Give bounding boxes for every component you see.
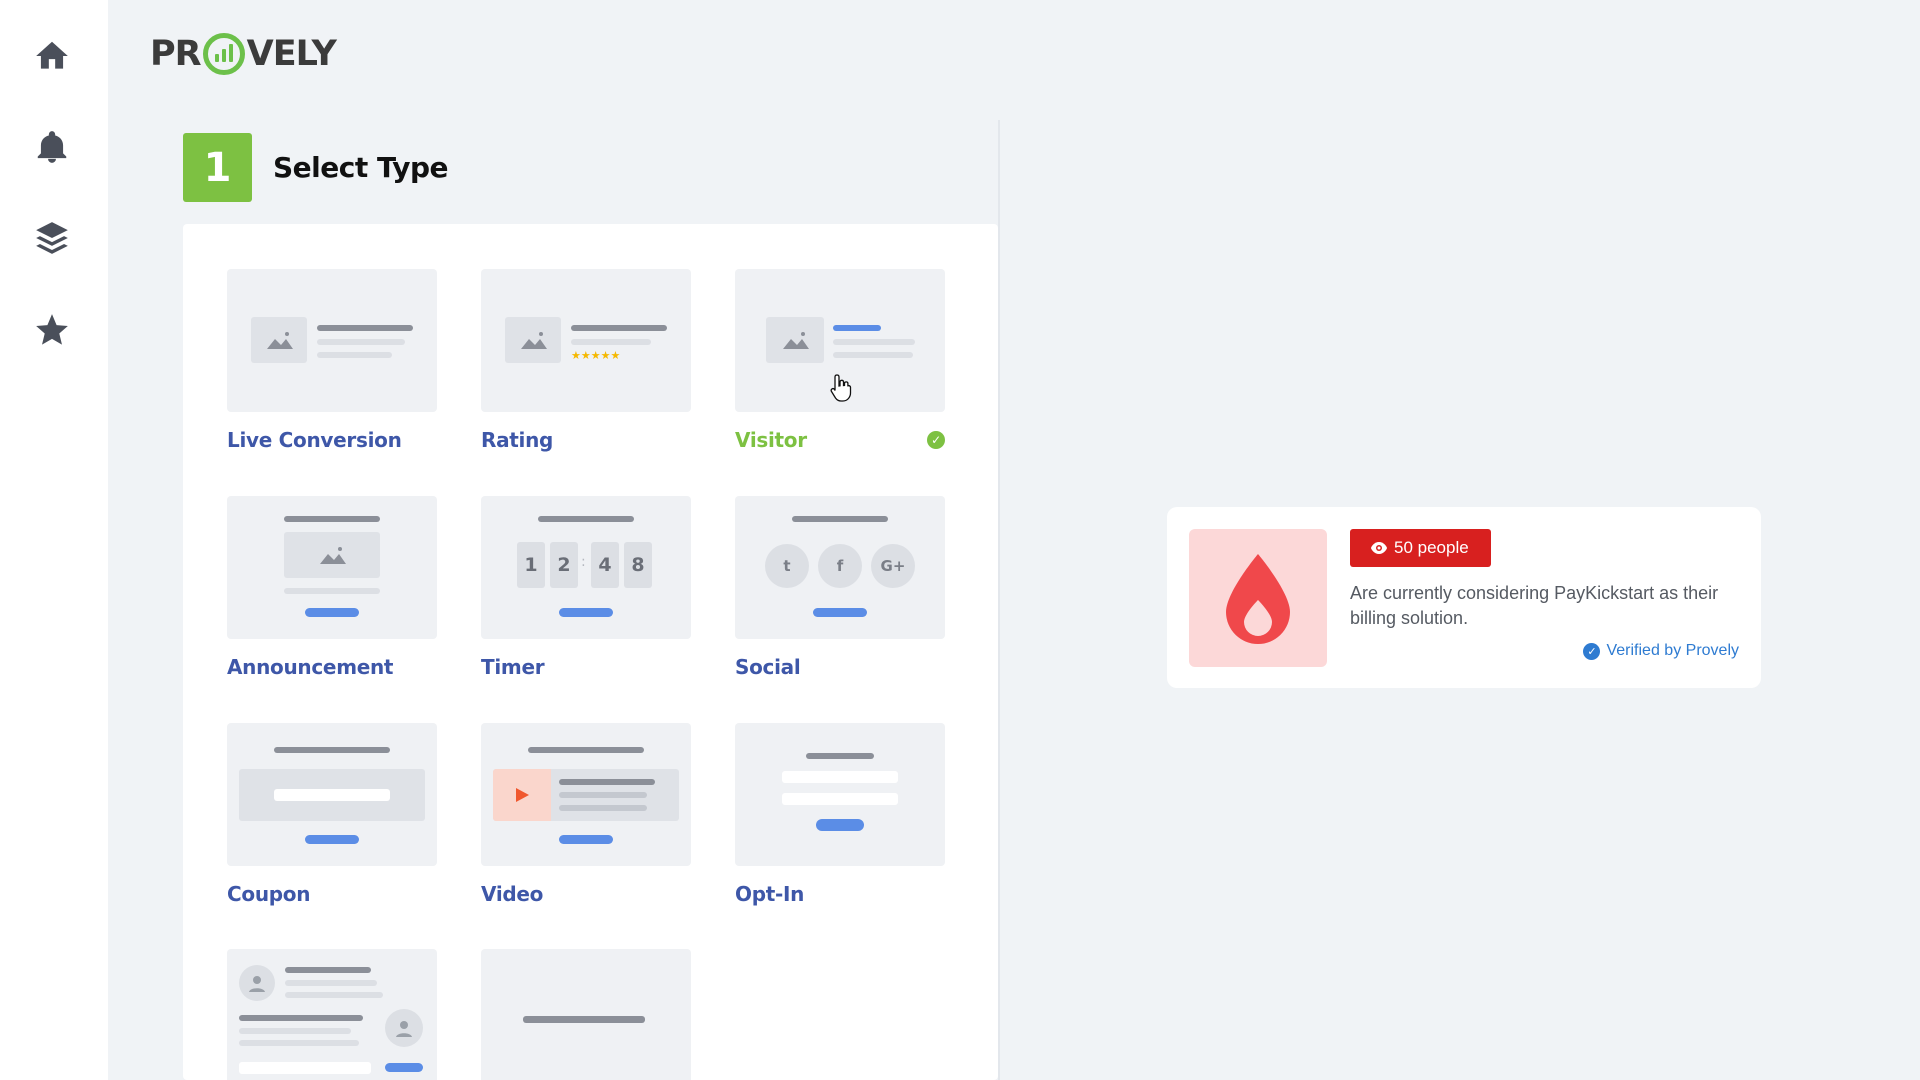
type-card-rating[interactable]: ★★★★★ Rating: [481, 269, 691, 452]
type-label: Social: [735, 655, 801, 679]
type-label: Video: [481, 882, 544, 906]
type-card-coupon[interactable]: Coupon: [227, 723, 437, 906]
hand-cursor-icon: [829, 373, 855, 403]
five-stars-icon: ★★★★★: [571, 350, 621, 362]
play-icon: [493, 769, 551, 821]
notification-message: Are currently considering PayKickstart a…: [1350, 583, 1719, 628]
column-divider: [998, 120, 1000, 1080]
video-thumbnail: [481, 723, 691, 866]
video-box: [493, 769, 679, 821]
live-conversion-thumbnail: [227, 269, 437, 412]
type-card-video[interactable]: Video: [481, 723, 691, 906]
type-label: Announcement: [227, 655, 394, 679]
type-card-announcement[interactable]: Announcement: [227, 496, 437, 679]
twitter-icon: t: [765, 544, 809, 588]
rating-thumbnail: ★★★★★: [481, 269, 691, 412]
type-label-selected: Visitor ✓: [735, 428, 945, 452]
coupon-box: [239, 769, 425, 821]
social-thumbnail: t f G+: [735, 496, 945, 639]
google-plus-icon: G+: [871, 544, 915, 588]
step-title: Select Type: [273, 151, 449, 184]
type-label: Opt-In: [735, 882, 805, 906]
image-placeholder-icon: [251, 317, 307, 363]
provely-logo: PR VELY: [150, 33, 337, 75]
timer-thumbnail: 1 2 : 4 8: [481, 496, 691, 639]
type-label: Rating: [481, 428, 554, 452]
avatar-icon: [239, 965, 275, 1001]
layers-icon[interactable]: [30, 216, 74, 260]
selected-check-icon: ✓: [927, 431, 945, 449]
type-label: Live Conversion: [227, 428, 402, 452]
verified-text: Verified by Provely: [1606, 642, 1739, 659]
image-placeholder-icon: [505, 317, 561, 363]
visitor-count: 50 people: [1394, 538, 1469, 557]
logo-text-left: PR: [150, 34, 202, 74]
type-label: Coupon: [227, 882, 311, 906]
type-card-visitor[interactable]: Visitor ✓: [735, 269, 945, 452]
type-card-social[interactable]: t f G+ Social: [735, 496, 945, 679]
logo-chart-icon: [202, 33, 245, 75]
other-thumbnail: [481, 949, 691, 1080]
image-placeholder-icon: [766, 317, 824, 363]
type-card-opt-in[interactable]: Opt-In: [735, 723, 945, 906]
type-selection-panel: Live Conversion ★★★★★ Rating Visitor ✓ A…: [183, 224, 998, 1080]
timer-digit: 8: [624, 542, 652, 588]
notification-preview: 50 people Are currently considering PayK…: [1167, 507, 1761, 688]
timer-digit: 1: [517, 542, 545, 588]
visitor-count-badge: 50 people: [1350, 529, 1491, 567]
timer-digit: 2: [550, 542, 578, 588]
facebook-icon: f: [818, 544, 862, 588]
announcement-thumbnail: [227, 496, 437, 639]
verified-by[interactable]: ✓ Verified by Provely: [1583, 642, 1739, 660]
step-number-badge: 1: [183, 133, 252, 202]
flame-icon: [1189, 529, 1327, 667]
type-card-timer[interactable]: 1 2 : 4 8 Timer: [481, 496, 691, 679]
star-icon[interactable]: [30, 308, 74, 352]
type-card-review[interactable]: [227, 949, 437, 1080]
avatar-icon: [385, 1009, 423, 1047]
verified-check-icon: ✓: [1583, 642, 1601, 660]
image-placeholder-icon: [284, 532, 380, 578]
bell-icon[interactable]: [30, 125, 74, 169]
type-label: Timer: [481, 655, 545, 679]
sidebar: [0, 0, 108, 1080]
home-icon[interactable]: [30, 34, 74, 78]
coupon-thumbnail: [227, 723, 437, 866]
opt-in-thumbnail: [735, 723, 945, 866]
type-card-live-conversion[interactable]: Live Conversion: [227, 269, 437, 452]
type-card-other[interactable]: [481, 949, 691, 1080]
review-thumbnail: [227, 949, 437, 1080]
logo-text-right: VELY: [246, 34, 337, 74]
timer-digit: 4: [591, 542, 619, 588]
timer-separator: :: [581, 554, 586, 570]
eye-icon: [1371, 542, 1387, 554]
